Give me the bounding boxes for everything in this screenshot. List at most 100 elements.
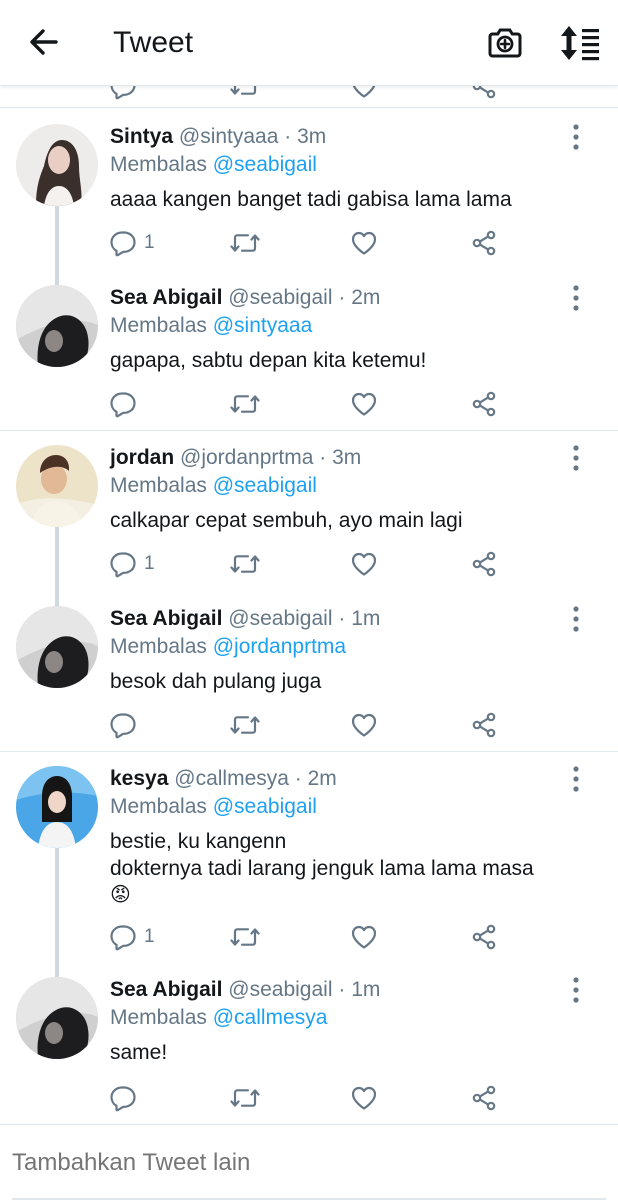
like-button[interactable]	[350, 708, 378, 742]
username[interactable]: @jordanprtma	[180, 446, 313, 469]
share-icon	[470, 229, 498, 257]
share-icon	[470, 711, 498, 739]
retweet-button[interactable]	[229, 226, 261, 260]
sort-list-icon	[561, 26, 599, 61]
mention-link[interactable]: @callmesya	[213, 1006, 328, 1029]
tweet-header: Sea Abigail @seabigail · 1m	[110, 977, 380, 1003]
reply-button[interactable]	[110, 708, 144, 742]
display-name[interactable]: Sea Abigail	[110, 978, 222, 1001]
share-button[interactable]	[470, 226, 498, 260]
share-button[interactable]	[470, 920, 498, 954]
display-name[interactable]: kesya	[110, 767, 168, 790]
mention-link[interactable]: @seabigail	[213, 153, 317, 176]
add-tweet-input[interactable]	[12, 1149, 602, 1177]
username[interactable]: @seabigail	[228, 286, 332, 309]
reply-icon	[110, 229, 138, 257]
like-button[interactable]	[350, 920, 378, 954]
replying-to: Membalas @callmesya	[110, 1005, 327, 1031]
share-button[interactable]	[470, 708, 498, 742]
like-button[interactable]	[350, 226, 378, 260]
more-options-icon[interactable]	[566, 122, 586, 152]
camera-button[interactable]	[486, 24, 524, 62]
share-button[interactable]	[470, 547, 498, 581]
reply-button[interactable]	[110, 1081, 144, 1115]
username[interactable]: @sintyaaa	[179, 125, 279, 148]
username[interactable]: @callmesya	[174, 767, 289, 790]
display-name[interactable]: Sea Abigail	[110, 286, 222, 309]
share-icon	[470, 86, 498, 100]
retweet-button[interactable]	[229, 547, 261, 581]
reply-icon	[110, 390, 138, 418]
mention-link[interactable]: @seabigail	[213, 795, 317, 818]
previous-tweet-actions	[0, 86, 618, 108]
username[interactable]: @seabigail	[228, 607, 332, 630]
share-button[interactable]	[470, 387, 498, 421]
replying-to-label: Membalas	[110, 795, 207, 818]
tweet-header: Sea Abigail @seabigail · 2m	[110, 285, 380, 311]
separator-dot: ·	[284, 125, 292, 148]
timestamp: 1m	[351, 607, 381, 630]
more-options-icon[interactable]	[566, 604, 586, 634]
tweet[interactable]: Sea Abigail @seabigail · 1m Membalas @ca…	[0, 977, 618, 1117]
tweet[interactable]: Sintya @sintyaaa · 3m Membalas @seabigai…	[0, 124, 618, 274]
avatar[interactable]	[16, 124, 98, 206]
share-icon	[470, 923, 498, 951]
heart-icon	[350, 1084, 378, 1112]
mention-link[interactable]: @sintyaaa	[213, 314, 313, 337]
retweet-button[interactable]	[229, 1081, 261, 1115]
reply-count: 1	[144, 553, 155, 574]
retweet-icon	[229, 1084, 261, 1112]
sort-button[interactable]	[558, 24, 602, 62]
tweet[interactable]: Sea Abigail @seabigail · 2m Membalas @si…	[0, 285, 618, 425]
avatar[interactable]	[16, 285, 98, 367]
reply-count: 1	[144, 926, 155, 947]
retweet-icon	[229, 550, 261, 578]
angry-face-emoji: 😡	[110, 884, 131, 906]
like-button[interactable]	[350, 1081, 378, 1115]
timestamp: 3m	[297, 125, 327, 148]
tweet[interactable]: jordan @jordanprtma · 3m Membalas @seabi…	[0, 445, 618, 595]
retweet-button[interactable]	[229, 920, 261, 954]
share-button[interactable]	[470, 1081, 498, 1115]
retweet-icon	[229, 390, 261, 418]
more-options-icon[interactable]	[566, 764, 586, 794]
reply-thread: jordan @jordanprtma · 3m Membalas @seabi…	[0, 432, 618, 752]
back-button[interactable]	[26, 24, 62, 60]
tweet[interactable]: kesya @callmesya · 2m Membalas @seabigai…	[0, 766, 618, 966]
avatar[interactable]	[16, 977, 98, 1059]
like-button[interactable]	[350, 387, 378, 421]
reply-thread: Sintya @sintyaaa · 3m Membalas @seabigai…	[0, 110, 618, 431]
tweet-text: aaaa kangen banget tadi gabisa lama lama	[110, 188, 512, 211]
arrow-left-icon	[30, 29, 58, 55]
tweet-header: Sintya @sintyaaa · 3m	[110, 124, 326, 150]
retweet-button[interactable]	[229, 387, 261, 421]
tweet[interactable]: Sea Abigail @seabigail · 1m Membalas @jo…	[0, 606, 618, 746]
reply-button[interactable]: 1	[110, 226, 155, 260]
username[interactable]: @seabigail	[228, 978, 332, 1001]
avatar[interactable]	[16, 766, 98, 848]
tweet-header: kesya @callmesya · 2m	[110, 766, 337, 792]
share-icon	[470, 1084, 498, 1112]
avatar[interactable]	[16, 445, 98, 527]
reply-button[interactable]	[110, 387, 144, 421]
reply-button[interactable]: 1	[110, 547, 155, 581]
reply-button[interactable]: 1	[110, 920, 155, 954]
separator-dot: ·	[294, 767, 302, 790]
mention-link[interactable]: @seabigail	[213, 474, 317, 497]
more-options-icon[interactable]	[566, 975, 586, 1005]
like-button[interactable]	[350, 547, 378, 581]
timestamp: 3m	[332, 446, 362, 469]
tweet-text: calkapar cepat sembuh, ayo main lagi	[110, 509, 463, 532]
avatar[interactable]	[16, 606, 98, 688]
separator-dot: ·	[338, 607, 346, 630]
top-app-bar: Tweet	[0, 0, 618, 86]
display-name[interactable]: Sintya	[110, 125, 173, 148]
heart-icon	[350, 86, 378, 100]
display-name[interactable]: jordan	[110, 446, 174, 469]
replying-to-label: Membalas	[110, 153, 207, 176]
more-options-icon[interactable]	[566, 283, 586, 313]
display-name[interactable]: Sea Abigail	[110, 607, 222, 630]
retweet-button[interactable]	[229, 708, 261, 742]
more-options-icon[interactable]	[566, 443, 586, 473]
mention-link[interactable]: @jordanprtma	[213, 635, 346, 658]
